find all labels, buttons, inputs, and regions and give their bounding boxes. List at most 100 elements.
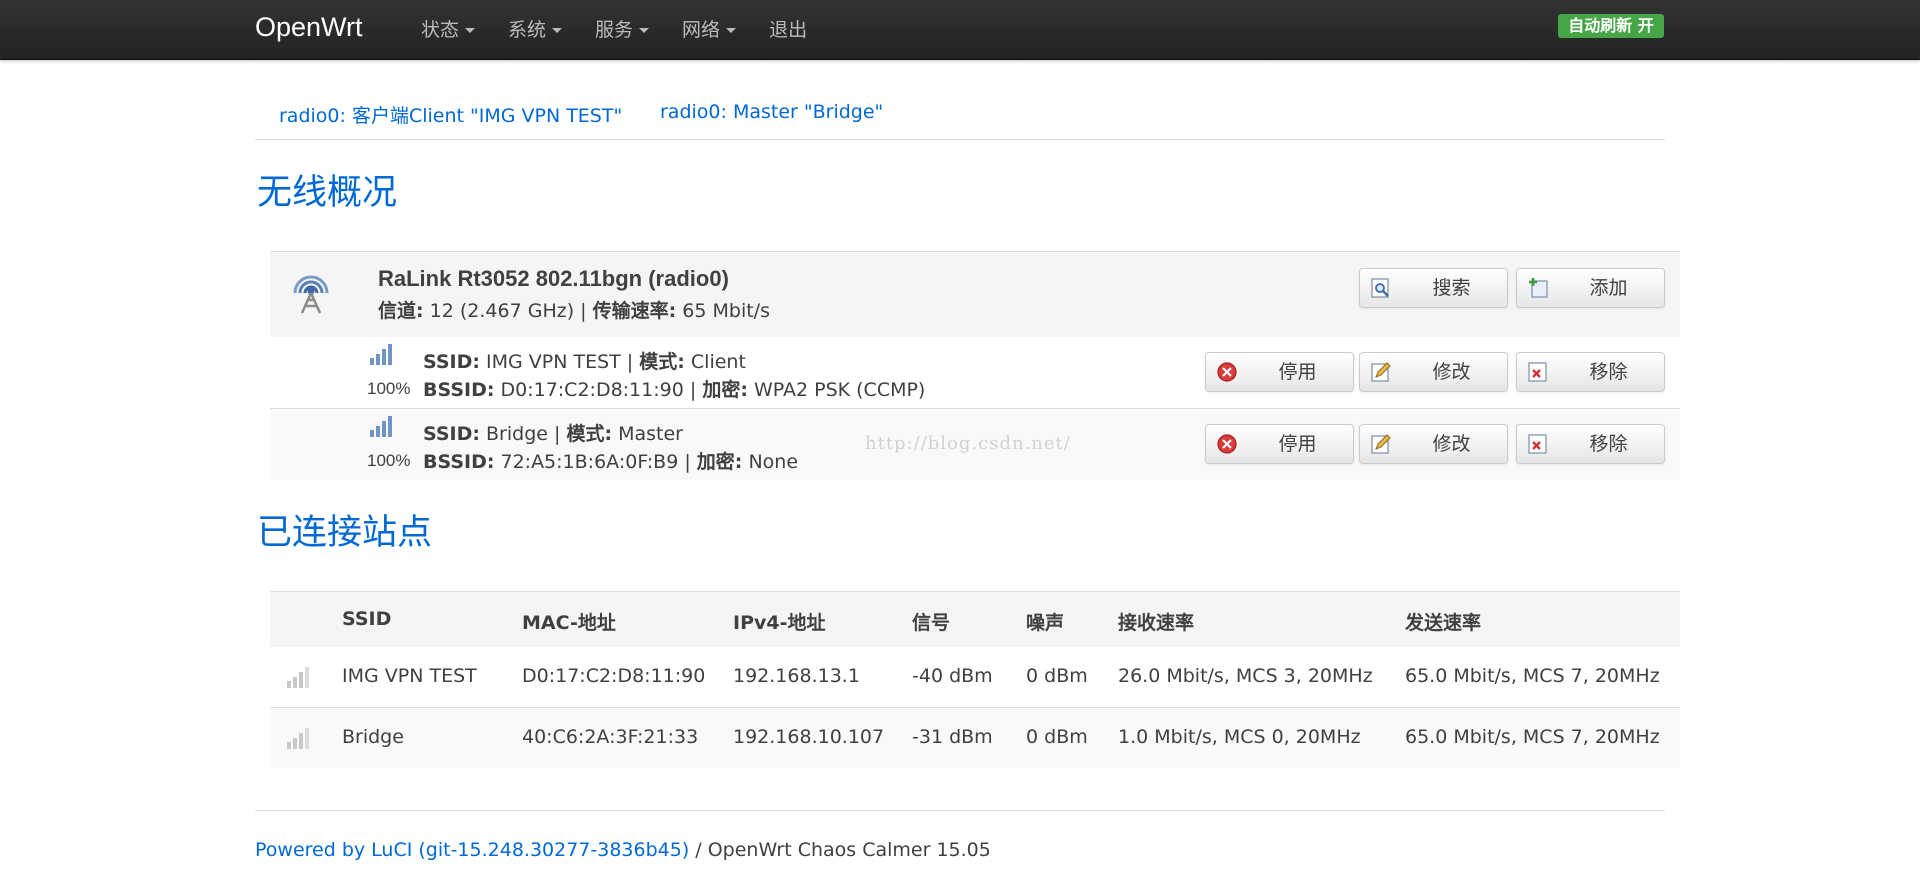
cell-mac: D0:17:C2:D8:11:90	[522, 665, 706, 687]
cell-tx-rate: 65.0 Mbit/s, MCS 7, 20MHz	[1405, 665, 1660, 687]
scan-button[interactable]: 搜索	[1359, 268, 1508, 308]
cell-ipv4: 192.168.10.107	[733, 726, 885, 748]
scan-button-label: 搜索	[1432, 277, 1471, 299]
edit-icon	[1371, 434, 1391, 454]
signal-strength-icon	[287, 667, 309, 688]
remove-button-label: 移除	[1589, 361, 1628, 383]
disable-icon	[1217, 362, 1237, 382]
disable-icon	[1217, 434, 1237, 454]
cell-rx-rate: 1.0 Mbit/s, MCS 0, 20MHz	[1118, 726, 1361, 748]
signal-strength-icon	[287, 728, 309, 749]
menu-network[interactable]: 网络	[682, 0, 737, 59]
edit-button[interactable]: 修改	[1359, 352, 1508, 392]
remove-button[interactable]: 移除	[1516, 352, 1665, 392]
search-icon	[1371, 278, 1389, 298]
cell-noise: 0 dBm	[1026, 665, 1088, 687]
radio-device-row: RaLink Rt3052 802.11bgn (radio0) 信道: 12 …	[270, 251, 1680, 338]
channel-label: 信道:	[378, 300, 424, 322]
signal-strength-icon	[370, 344, 392, 365]
menu-status-label: 状态	[421, 18, 460, 41]
menu-logout[interactable]: 退出	[769, 0, 807, 59]
cell-rx-rate: 26.0 Mbit/s, MCS 3, 20MHz	[1118, 665, 1373, 687]
menu-system[interactable]: 系统	[508, 0, 563, 59]
remove-button-label: 移除	[1589, 433, 1628, 455]
table-row: IMG VPN TEST D0:17:C2:D8:11:90 192.168.1…	[270, 647, 1680, 708]
encryption-label: 加密:	[696, 451, 743, 473]
radio-tabs: radio0: 客户端Client "IMG VPN TEST" radio0:…	[255, 95, 1665, 140]
add-button-label: 添加	[1589, 277, 1628, 299]
menu-services-label: 服务	[595, 18, 634, 41]
menu-status[interactable]: 状态	[421, 0, 476, 59]
edit-icon	[1371, 362, 1391, 382]
disable-button-label: 停用	[1278, 433, 1317, 455]
edit-button-label: 修改	[1432, 361, 1471, 383]
cell-signal: -40 dBm	[912, 665, 993, 687]
add-icon	[1529, 278, 1548, 298]
table-header: SSID MAC-地址 IPv4-地址 信号 噪声 接收速率 发送速率	[270, 591, 1680, 648]
brand-logo[interactable]: OpenWrt	[255, 10, 363, 44]
col-ipv4: IPv4-地址	[733, 612, 826, 634]
rate-value: 65 Mbit/s	[682, 300, 770, 322]
edit-button[interactable]: 修改	[1359, 424, 1508, 464]
menu-network-label: 网络	[682, 18, 721, 41]
chevron-down-icon	[552, 28, 563, 33]
mode-label: 模式:	[566, 423, 613, 445]
cell-ssid: Bridge	[342, 726, 404, 748]
col-rx-rate: 接收速率	[1118, 612, 1195, 634]
network-ssid-line: SSID: IMG VPN TEST | 模式: Client	[423, 351, 746, 373]
luci-link[interactable]: Powered by LuCI (git-15.248.30277-3836b4…	[255, 839, 689, 861]
rate-label: 传输速率:	[592, 300, 677, 322]
ssid-label: SSID:	[423, 351, 480, 373]
menu-system-label: 系统	[508, 18, 547, 41]
add-button[interactable]: 添加	[1516, 268, 1665, 308]
mode-label: 模式:	[639, 351, 685, 373]
top-navbar: OpenWrt 状态 系统 服务 网络 退出 自动刷新 开	[0, 0, 1920, 60]
cell-noise: 0 dBm	[1026, 726, 1088, 748]
wifi-radio-icon	[293, 275, 329, 314]
col-tx-rate: 发送速率	[1405, 612, 1482, 634]
wireless-overview-heading: 无线概况	[257, 173, 398, 213]
autorefresh-toggle[interactable]: 自动刷新 开	[1558, 14, 1664, 38]
signal-percent: 100%	[367, 451, 411, 470]
bssid-label: BSSID:	[423, 379, 495, 401]
chevron-down-icon	[726, 28, 737, 33]
tab-master-bridge[interactable]: radio0: Master "Bridge"	[660, 101, 883, 123]
menu-services[interactable]: 服务	[595, 0, 650, 59]
ssid-value: Bridge	[486, 423, 548, 445]
cell-signal: -31 dBm	[912, 726, 993, 748]
footer-version: / OpenWrt Chaos Calmer 15.05	[689, 839, 991, 861]
remove-button[interactable]: 移除	[1516, 424, 1665, 464]
col-noise: 噪声	[1026, 612, 1065, 634]
network-ssid-line: SSID: Bridge | 模式: Master	[423, 423, 683, 445]
ssid-label: SSID:	[423, 423, 480, 445]
bssid-label: BSSID:	[423, 451, 495, 473]
col-ssid: SSID	[342, 608, 392, 630]
network-row: 100% SSID: IMG VPN TEST | 模式: Client BSS…	[270, 337, 1680, 409]
ssid-value: IMG VPN TEST	[486, 351, 621, 373]
chevron-down-icon	[465, 28, 476, 33]
encryption-value: None	[748, 451, 799, 473]
disable-button[interactable]: 停用	[1205, 352, 1354, 392]
signal-percent: 100%	[367, 379, 411, 398]
remove-icon	[1528, 362, 1547, 382]
remove-icon	[1528, 434, 1547, 454]
col-mac: MAC-地址	[522, 612, 616, 634]
radio-device-title: RaLink Rt3052 802.11bgn (radio0)	[378, 266, 729, 291]
col-signal: 信号	[912, 612, 951, 634]
network-bssid-line: BSSID: 72:A5:1B:6A:0F:B9 | 加密: None	[423, 451, 799, 473]
chevron-down-icon	[639, 28, 650, 33]
edit-button-label: 修改	[1432, 433, 1471, 455]
bssid-value: 72:A5:1B:6A:0F:B9	[500, 451, 679, 473]
menu-logout-label: 退出	[769, 18, 808, 41]
encryption-value: WPA2 PSK (CCMP)	[753, 379, 926, 401]
cell-ssid: IMG VPN TEST	[342, 665, 477, 687]
signal-strength-icon	[370, 416, 392, 437]
stations-heading: 已连接站点	[257, 513, 433, 553]
cell-tx-rate: 65.0 Mbit/s, MCS 7, 20MHz	[1405, 726, 1660, 748]
cell-mac: 40:C6:2A:3F:21:33	[522, 726, 699, 748]
encryption-label: 加密:	[702, 379, 748, 401]
cell-ipv4: 192.168.13.1	[733, 665, 860, 687]
disable-button[interactable]: 停用	[1205, 424, 1354, 464]
network-bssid-line: BSSID: D0:17:C2:D8:11:90 | 加密: WPA2 PSK …	[423, 379, 926, 401]
tab-client-img-vpn-test[interactable]: radio0: 客户端Client "IMG VPN TEST"	[279, 101, 622, 128]
